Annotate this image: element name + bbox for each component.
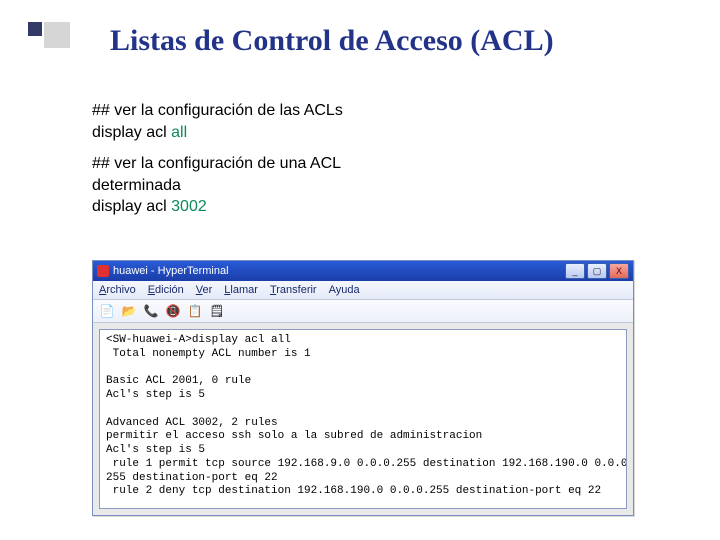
- command-description: ## ver la configuración de las ACLs disp…: [92, 100, 612, 228]
- menu-transferir[interactable]: Transferir: [270, 284, 317, 296]
- menu-bar: Archivo Edición Ver Llamar Transferir Ay…: [93, 281, 633, 300]
- window-titlebar[interactable]: huawei - HyperTerminal _ ▢ X: [93, 261, 633, 281]
- open-icon[interactable]: 📂: [121, 303, 137, 319]
- app-icon: [97, 265, 109, 277]
- send-icon[interactable]: 📋: [187, 303, 203, 319]
- slide-bullet-large: [44, 22, 70, 48]
- hyperterminal-window: huawei - HyperTerminal _ ▢ X Archivo Edi…: [92, 260, 634, 516]
- command-display-acl-all: display acl all: [92, 122, 612, 144]
- close-button[interactable]: X: [609, 263, 629, 279]
- menu-llamar[interactable]: Llamar: [224, 284, 258, 296]
- menu-ver[interactable]: Ver: [196, 284, 213, 296]
- maximize-button[interactable]: ▢: [587, 263, 607, 279]
- hangup-icon[interactable]: 📵: [165, 303, 181, 319]
- properties-icon[interactable]: 🗒: [209, 303, 225, 319]
- comment-one-acl-line1: ## ver la configuración de una ACL: [92, 153, 612, 175]
- command-display-acl-3002: display acl 3002: [92, 196, 612, 218]
- menu-edicion[interactable]: Edición: [148, 284, 184, 296]
- page-title: Listas de Control de Acceso (ACL): [110, 24, 554, 58]
- terminal-frame: <SW-huawei-A>display acl all Total nonem…: [93, 323, 633, 515]
- call-icon[interactable]: 📞: [143, 303, 159, 319]
- menu-ayuda[interactable]: Ayuda: [329, 284, 360, 296]
- slide-bullet-small: [28, 22, 42, 36]
- terminal-output[interactable]: <SW-huawei-A>display acl all Total nonem…: [99, 329, 627, 509]
- window-title: huawei - HyperTerminal: [113, 265, 229, 277]
- minimize-button[interactable]: _: [565, 263, 585, 279]
- comment-one-acl-line2: determinada: [92, 175, 612, 197]
- comment-all-acls: ## ver la configuración de las ACLs: [92, 100, 612, 122]
- menu-archivo[interactable]: Archivo: [99, 284, 136, 296]
- toolbar: 📄 📂 📞 📵 📋 🗒: [93, 300, 633, 323]
- new-icon[interactable]: 📄: [99, 303, 115, 319]
